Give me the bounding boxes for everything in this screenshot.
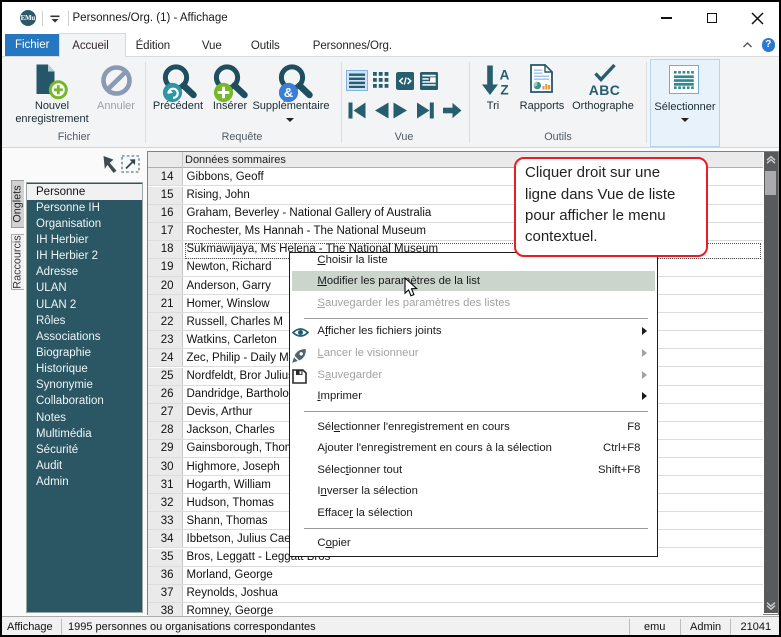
svg-text:ABC: ABC <box>589 82 621 97</box>
svg-text:&: & <box>284 85 293 100</box>
svg-text:Z: Z <box>500 83 508 98</box>
svg-text:A: A <box>500 68 510 83</box>
